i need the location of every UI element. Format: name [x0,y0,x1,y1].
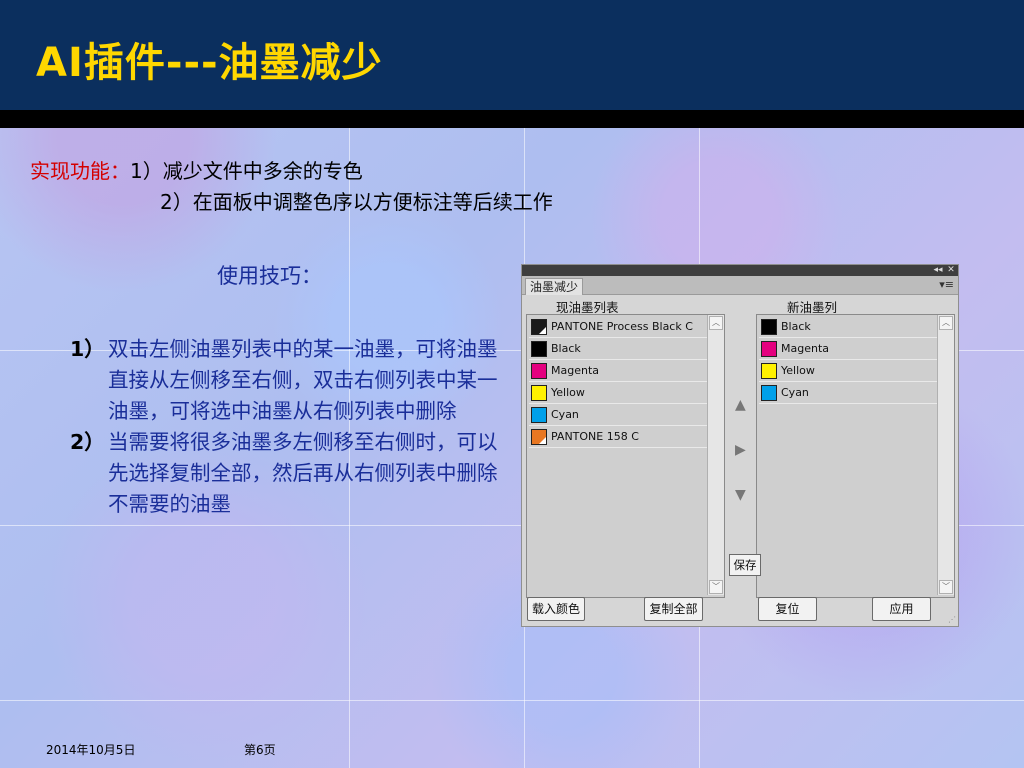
feature-line-1: 1）减少文件中多余的专色 [130,159,363,183]
close-icon[interactable]: ✕ [945,265,957,276]
tip-number: 1） [70,337,105,361]
ink-reduction-panel: ◂◂ ✕ 油墨减少 ▾≡ 现油墨列表 新油墨列 ︿ ﹀ PANTONE Proc… [521,264,959,627]
scroll-up-icon[interactable]: ︿ [939,316,953,330]
footer-page-number: 第6页 [244,743,276,757]
scrollbar[interactable]: ︿ ﹀ [707,315,724,595]
panel-titlebar[interactable]: ◂◂ ✕ [522,265,958,276]
panel-tab-row: 油墨减少 ▾≡ [522,276,958,295]
footer-date: 2014年10月5日 [46,743,136,757]
tip-item: 2） 当需要将很多油墨多左侧移至右侧时，可以先选择复制全部，然后再从右侧列表中删… [70,427,510,520]
background-grid-line [0,700,1024,701]
scroll-down-icon[interactable]: ﹀ [939,580,953,594]
process-color-swatch-icon [761,385,777,401]
new-ink-list[interactable]: ︿ ﹀ Black Magenta Yellow Cyan [756,314,955,598]
ink-name: Yellow [551,386,585,399]
process-color-swatch-icon [531,363,547,379]
panel-menu-icon[interactable]: ▾≡ [939,278,954,291]
tip-text: 双击左侧油墨列表中的某一油墨，可将油墨直接从左侧移至右侧，双击右侧列表中某一油墨… [108,337,498,423]
current-ink-list[interactable]: ︿ ﹀ PANTONE Process Black C Black Magenta Y… [526,314,725,598]
process-color-swatch-icon [761,319,777,335]
reset-button[interactable]: 复位 [758,597,817,621]
feature-description: 实现功能：1）减少文件中多余的专色 2）在面板中调整色序以方便标注等后续工作 [30,156,553,218]
ink-name: Black [781,320,811,333]
spot-color-swatch-icon [531,319,547,335]
ink-name: Yellow [781,364,815,377]
ink-list-item[interactable]: Yellow [529,383,707,404]
process-color-swatch-icon [761,363,777,379]
ink-list-item[interactable]: PANTONE 158 C [529,427,707,448]
collapse-icon[interactable]: ◂◂ [932,265,944,276]
process-color-swatch-icon [531,385,547,401]
scroll-up-icon[interactable]: ︿ [709,316,723,330]
ink-name: PANTONE Process Black C [551,320,693,333]
tip-number: 2） [70,430,105,454]
scrollbar[interactable]: ︿ ﹀ [937,315,954,595]
feature-label: 实现功能： [30,159,130,183]
copy-all-button[interactable]: 复制全部 [644,597,703,621]
tips-title: 使用技巧： [217,264,322,288]
resize-grip-icon[interactable]: ⋰ [948,615,956,624]
feature-line-2: 2）在面板中调整色序以方便标注等后续工作 [160,190,553,214]
ink-list-item[interactable]: Cyan [759,383,937,404]
slide-title: AI插件---油墨减少 [36,40,383,86]
ink-list-item[interactable]: Yellow [759,361,937,382]
ink-list-item[interactable]: Black [759,317,937,338]
tip-item: 1） 双击左侧油墨列表中的某一油墨，可将油墨直接从左侧移至右侧，双击右侧列表中某… [70,334,510,427]
process-color-swatch-icon [761,341,777,357]
process-color-swatch-icon [531,341,547,357]
apply-button[interactable]: 应用 [872,597,931,621]
tab-ink-reduction[interactable]: 油墨减少 [525,278,584,295]
ink-list-item[interactable]: Cyan [529,405,707,426]
ink-name: Black [551,342,581,355]
ink-name: Cyan [551,408,579,421]
move-right-arrow-icon[interactable]: ▶ [735,442,746,458]
ink-list-item[interactable]: PANTONE Process Black C [529,317,707,338]
ink-name: Magenta [781,342,830,355]
save-button[interactable]: 保存 [729,554,761,576]
tips-list: 1） 双击左侧油墨列表中的某一油墨，可将油墨直接从左侧移至右侧，双击右侧列表中某… [70,334,510,520]
spot-color-swatch-icon [531,429,547,445]
ink-name: Magenta [551,364,600,377]
tip-text: 当需要将很多油墨多左侧移至右侧时，可以先选择复制全部，然后再从右侧列表中删除不需… [108,430,498,516]
slide-header: AI插件---油墨减少 [0,0,1024,110]
ink-list-item[interactable]: Magenta [759,339,937,360]
move-down-arrow-icon[interactable]: ▼ [735,487,746,503]
move-up-arrow-icon[interactable]: ▲ [735,397,746,413]
ink-name: Cyan [781,386,809,399]
header-band [0,110,1024,128]
scroll-down-icon[interactable]: ﹀ [709,580,723,594]
process-color-swatch-icon [531,407,547,423]
load-colors-button[interactable]: 载入颜色 [527,597,585,621]
ink-list-item[interactable]: Magenta [529,361,707,382]
ink-list-item[interactable]: Black [529,339,707,360]
ink-name: PANTONE 158 C [551,430,639,443]
